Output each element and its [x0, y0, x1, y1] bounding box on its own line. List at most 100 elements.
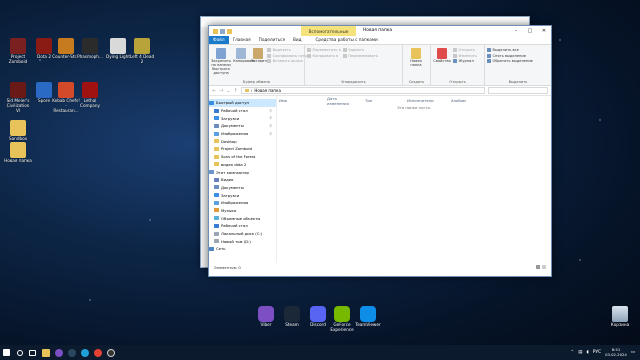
taskbar-obs[interactable] [104, 345, 117, 360]
minimize-icon[interactable]: – [509, 26, 523, 36]
tab-file[interactable]: Файл [209, 36, 229, 44]
desktop-icon[interactable]: Project Zomboid [4, 38, 32, 65]
nav-network[interactable]: Сеть [209, 245, 276, 253]
nav-item[interactable]: Изображения ⚲ [209, 130, 276, 138]
app-icon [258, 306, 274, 322]
nav-item[interactable]: Sons of the Forest [209, 153, 276, 161]
desktop-icon[interactable]: Sandbox [4, 120, 32, 142]
pin-icon[interactable]: ⚲ [270, 124, 272, 128]
rename-label: Переименовать [348, 53, 378, 58]
copy-path-button[interactable]: Скопировать путь [267, 53, 307, 58]
recycle-bin[interactable]: Корзина [606, 306, 634, 328]
forward-icon[interactable]: → [219, 88, 223, 94]
address-bar[interactable]: › Новая папка [240, 87, 485, 94]
notifications-icon[interactable]: ▭ [631, 350, 635, 355]
taskbar-viber[interactable] [52, 345, 65, 360]
nav-item[interactable]: Документы ⚲ [209, 122, 276, 130]
back-icon[interactable]: ← [212, 88, 216, 94]
nav-pc-item[interactable]: Загрузки [209, 191, 276, 199]
empty-folder-text: Эта папка пуста. [396, 105, 432, 110]
edit-label: Изменить [458, 53, 477, 58]
open-button[interactable]: Открыть [453, 48, 477, 52]
dock-app[interactable]: Steam [278, 306, 306, 328]
pin-icon[interactable]: ⚲ [270, 109, 272, 113]
folder-icon [214, 154, 219, 159]
nav-pc-item[interactable]: Локальный диск (C:) [209, 230, 276, 238]
desktop-icon[interactable]: Left 4 Dead 2 [128, 38, 156, 65]
nav-pc-item[interactable]: Новый том (D:) [209, 237, 276, 245]
history-button[interactable]: Журнал [453, 59, 477, 63]
tab-share[interactable]: Поделиться [255, 36, 289, 44]
nav-pc-item[interactable]: Документы [209, 184, 276, 192]
file-list[interactable]: Имя Дата изменения Тип Исполнители Альбо… [277, 96, 551, 263]
column-album[interactable]: Альбом [449, 98, 479, 103]
recent-icon[interactable]: ⌄ [226, 88, 230, 94]
taskbar-taskview[interactable] [26, 345, 39, 360]
folder-icon [214, 216, 219, 221]
app-icon [360, 306, 376, 322]
nav-pc-item[interactable]: Объемные объекты [209, 214, 276, 222]
taskbar-search[interactable] [13, 345, 26, 360]
paste-shortcut-button[interactable]: Вставить ярлык [267, 59, 307, 63]
edit-button[interactable]: Изменить [453, 53, 477, 58]
nav-item[interactable]: Project Zomboid [209, 145, 276, 153]
nav-item[interactable]: Загрузки ⚲ [209, 114, 276, 122]
search-input[interactable] [488, 87, 548, 94]
select-none-button[interactable]: Снять выделение [487, 53, 533, 58]
delete-button[interactable]: Удалить [342, 48, 378, 52]
move-to-button[interactable]: Переместить в [307, 48, 341, 52]
desktop-icon[interactable]: Новая папка [4, 142, 32, 164]
nav-item[interactable]: Рабочий стол ⚲ [209, 107, 276, 115]
dock-app[interactable]: GeForce Experience [328, 306, 356, 333]
taskbar-steam[interactable] [65, 345, 78, 360]
desktop-icon[interactable]: Lethal Company [76, 82, 104, 109]
new-folder-icon[interactable] [227, 28, 232, 34]
rename-button[interactable]: Переименовать [342, 53, 378, 58]
network-tray-icon[interactable]: ▤ [578, 350, 582, 355]
clock[interactable]: 8:51 03.02.2024 [605, 347, 627, 357]
copy-path-label: Скопировать путь [272, 53, 307, 58]
up-icon[interactable]: ↑ [234, 88, 238, 94]
start-button[interactable] [0, 345, 13, 360]
details-view-icon[interactable] [536, 265, 540, 269]
tab-view[interactable]: Вид [289, 36, 306, 44]
volume-icon[interactable]: ◖ [586, 350, 588, 355]
pin-icon[interactable]: ⚲ [270, 132, 272, 136]
title-bar[interactable]: Вспомогательные Новая папка – □ ✕ [209, 26, 551, 36]
explorer-window[interactable]: Вспомогательные Новая папка – □ ✕ Файл Г… [208, 25, 552, 277]
copy-to-button[interactable]: Копировать в [307, 53, 341, 58]
nav-pc-item[interactable]: Музыка [209, 207, 276, 215]
column-artists[interactable]: Исполнители [405, 98, 449, 103]
tab-folder-tools[interactable]: Средства работы с папками [311, 36, 381, 44]
desktop-icon[interactable]: Sid Meier's Civilization VI [4, 82, 32, 113]
nav-pc-item[interactable]: Изображения [209, 199, 276, 207]
properties-icon[interactable] [220, 28, 225, 34]
pin-icon[interactable]: ⚲ [270, 116, 272, 120]
tab-home[interactable]: Главная [229, 36, 255, 44]
nav-pc-item[interactable]: Рабочий стол [209, 222, 276, 230]
nav-quick-access[interactable]: Быстрый доступ [209, 99, 276, 107]
tiles-view-icon[interactable] [542, 265, 546, 269]
close-icon[interactable]: ✕ [537, 26, 551, 36]
select-all-button[interactable]: Выделить все [487, 48, 533, 52]
taskbar-explorer[interactable] [39, 345, 52, 360]
maximize-icon[interactable]: □ [523, 26, 537, 36]
nav-item[interactable]: видео dota 2 [209, 161, 276, 169]
cut-button[interactable]: Вырезать [267, 48, 307, 52]
desktop-icon[interactable]: Phasmoph... [76, 38, 104, 60]
taskbar-edge[interactable] [78, 345, 91, 360]
organize-group-label: Упорядочить [341, 80, 366, 84]
invert-selection-button[interactable]: Обратить выделение [487, 59, 533, 63]
dock-app[interactable]: Viber [252, 306, 280, 328]
column-date[interactable]: Дата изменения [325, 96, 353, 106]
column-type[interactable]: Тип [353, 98, 405, 103]
language-indicator[interactable]: РУС [593, 350, 601, 355]
taskbar-chrome[interactable] [91, 345, 104, 360]
nav-item[interactable]: Desktop [209, 137, 276, 145]
tray-chevron-icon[interactable]: ⌃ [571, 350, 575, 355]
nav-pc-item[interactable]: Видео [209, 176, 276, 184]
app-icon [58, 38, 74, 54]
column-name[interactable]: Имя [277, 98, 325, 103]
nav-this-pc[interactable]: Этот компьютер [209, 168, 276, 176]
dock-app[interactable]: TeamViewer [354, 306, 382, 328]
